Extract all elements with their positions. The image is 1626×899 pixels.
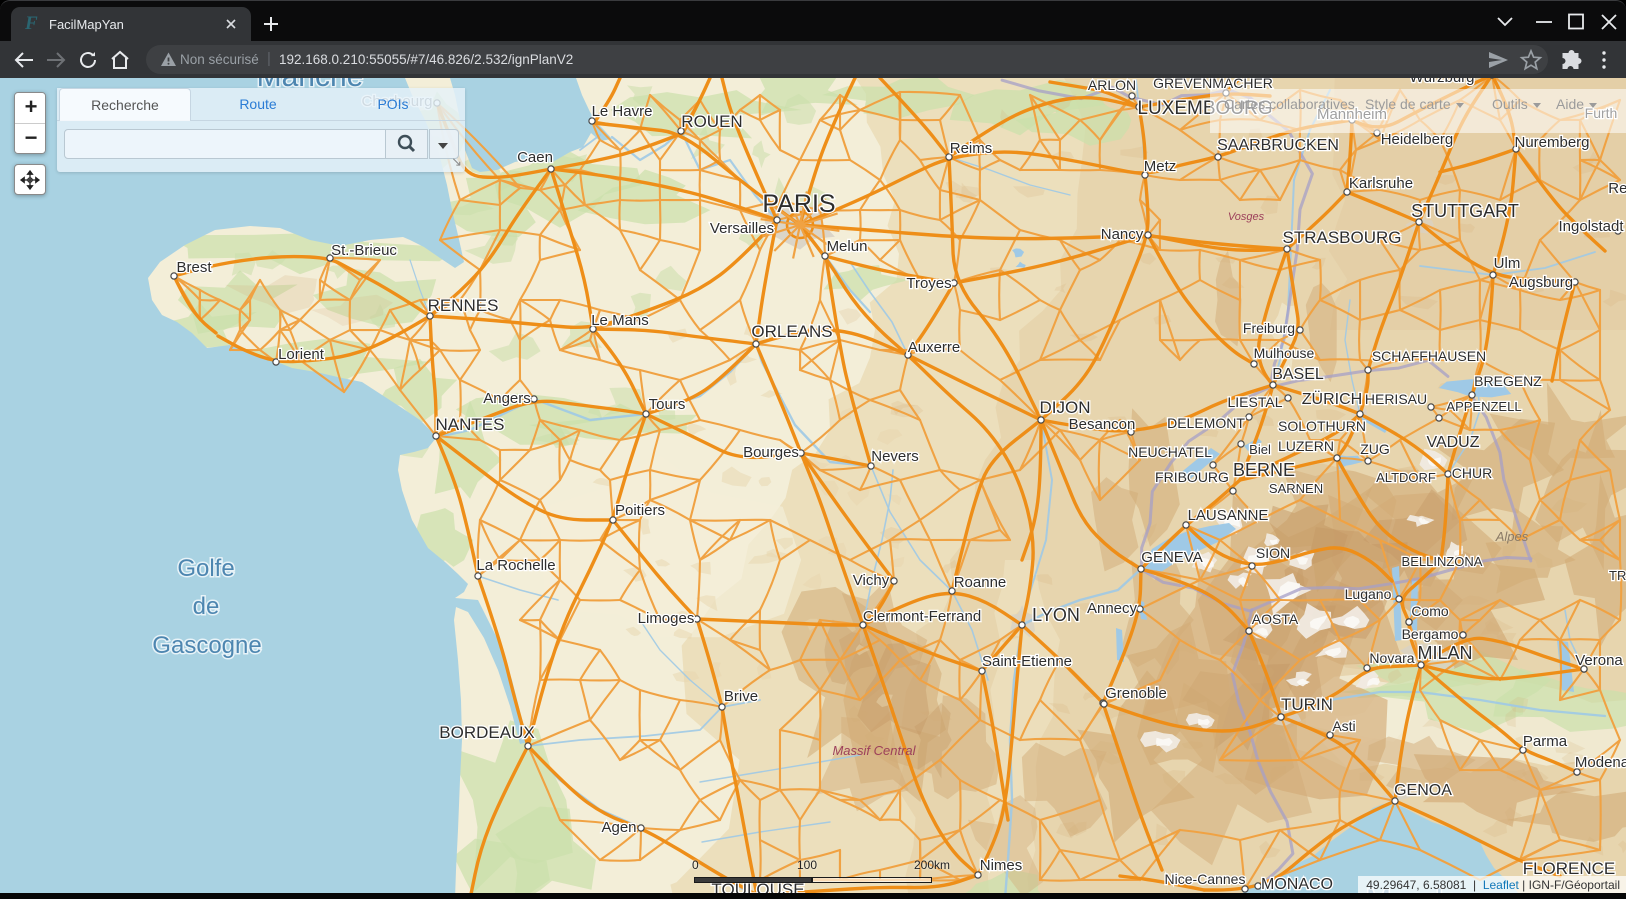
svg-text:Augsburg: Augsburg — [1509, 274, 1573, 291]
svg-text:Vichy: Vichy — [853, 572, 890, 589]
svg-text:Nevers: Nevers — [871, 448, 919, 465]
svg-text:Verona: Verona — [1575, 652, 1623, 669]
svg-text:Le Mans: Le Mans — [591, 312, 649, 329]
svg-text:TURIN: TURIN — [1281, 695, 1333, 714]
svg-text:LUZERN: LUZERN — [1278, 438, 1334, 454]
svg-text:Ingolstadt: Ingolstadt — [1558, 218, 1624, 235]
svg-text:ARLON: ARLON — [1088, 78, 1136, 93]
svg-text:Nice-Cannes: Nice-Cannes — [1165, 871, 1246, 887]
svg-text:GENOA: GENOA — [1394, 782, 1452, 799]
svg-text:Asti: Asti — [1332, 718, 1355, 734]
svg-text:Grenoble: Grenoble — [1105, 685, 1167, 702]
svg-text:Melun: Melun — [827, 238, 868, 255]
svg-text:Saint-Etienne: Saint-Etienne — [982, 653, 1072, 670]
svg-text:Auxerre: Auxerre — [908, 339, 961, 356]
svg-text:de: de — [193, 593, 220, 620]
svg-text:Bergamo: Bergamo — [1402, 626, 1459, 642]
svg-text:Vosges: Vosges — [1228, 211, 1265, 223]
svg-text:Massif Central: Massif Central — [832, 743, 916, 758]
svg-text:Gascogne: Gascogne — [152, 632, 261, 659]
svg-text:Caen: Caen — [517, 149, 553, 166]
svg-text:DIJON: DIJON — [1040, 398, 1091, 417]
svg-text:Ulm: Ulm — [1494, 255, 1521, 272]
svg-text:ZÜRICH: ZÜRICH — [1302, 390, 1362, 408]
svg-text:SAARBRUCKEN: SAARBRUCKEN — [1217, 137, 1339, 154]
svg-text:Versailles: Versailles — [710, 220, 774, 237]
svg-text:SCHAFFHAUSEN: SCHAFFHAUSEN — [1372, 348, 1486, 364]
svg-text:Annecy: Annecy — [1087, 600, 1138, 617]
svg-text:LYON: LYON — [1032, 605, 1080, 625]
svg-text:NEUCHATEL: NEUCHATEL — [1128, 444, 1212, 460]
svg-text:Würzburg: Würzburg — [1409, 78, 1474, 86]
svg-text:Roanne: Roanne — [954, 574, 1007, 591]
svg-text:Troyes: Troyes — [906, 275, 951, 292]
svg-text:Besancon: Besancon — [1069, 416, 1136, 433]
svg-text:Golfe: Golfe — [177, 555, 234, 582]
svg-text:Freiburg: Freiburg — [1243, 320, 1295, 336]
svg-text:BREGENZ: BREGENZ — [1474, 373, 1542, 389]
svg-text:Angers: Angers — [483, 390, 531, 407]
svg-text:Reg: Reg — [1608, 180, 1626, 197]
svg-text:ZUG: ZUG — [1360, 441, 1390, 457]
svg-text:Brest: Brest — [176, 259, 212, 276]
svg-text:Metz: Metz — [1144, 158, 1177, 175]
svg-text:Karlsruhe: Karlsruhe — [1349, 175, 1413, 192]
svg-text:BELLINZONA: BELLINZONA — [1402, 554, 1483, 569]
svg-text:PARIS: PARIS — [762, 190, 835, 218]
svg-text:TRE: TRE — [1609, 568, 1626, 583]
svg-text:Parma: Parma — [1523, 733, 1568, 750]
svg-text:Nuremberg: Nuremberg — [1514, 134, 1589, 151]
svg-text:Agen: Agen — [601, 819, 636, 836]
svg-text:SOLOTHURN: SOLOTHURN — [1278, 418, 1366, 434]
svg-text:Mulhouse: Mulhouse — [1254, 345, 1315, 361]
svg-text:BASEL: BASEL — [1272, 366, 1324, 383]
svg-text:Modena: Modena — [1575, 754, 1626, 771]
svg-text:RENNES: RENNES — [428, 296, 499, 315]
svg-text:Brive: Brive — [724, 688, 758, 705]
svg-text:AOSTA: AOSTA — [1252, 611, 1299, 627]
svg-text:BERNE: BERNE — [1233, 460, 1295, 480]
svg-text:HERISAU: HERISAU — [1365, 391, 1427, 407]
svg-text:APPENZELL: APPENZELL — [1446, 399, 1521, 414]
svg-text:LIESTAL: LIESTAL — [1228, 394, 1283, 410]
svg-text:ALTDORF: ALTDORF — [1376, 470, 1436, 485]
svg-text:GENEVA: GENEVA — [1141, 549, 1202, 566]
svg-text:Alpes: Alpes — [1495, 529, 1529, 544]
svg-text:Poitiers: Poitiers — [615, 502, 665, 519]
svg-text:Nancy: Nancy — [1101, 226, 1144, 243]
svg-text:La Rochelle: La Rochelle — [476, 557, 555, 574]
svg-text:Le Havre: Le Havre — [592, 103, 653, 120]
svg-text:Como: Como — [1411, 603, 1449, 619]
svg-text:Tours: Tours — [649, 396, 686, 413]
svg-text:Heidelberg: Heidelberg — [1381, 131, 1454, 148]
svg-text:FRIBOURG: FRIBOURG — [1155, 469, 1229, 485]
svg-text:SION: SION — [1256, 545, 1290, 561]
svg-text:Biel: Biel — [1249, 442, 1271, 457]
svg-text:ROUEN: ROUEN — [681, 112, 742, 131]
svg-text:SARNEN: SARNEN — [1269, 481, 1323, 496]
svg-text:Lugano: Lugano — [1345, 586, 1392, 602]
svg-text:Lorient: Lorient — [278, 346, 325, 363]
svg-text:Clermont-Ferrand: Clermont-Ferrand — [863, 608, 981, 625]
svg-text:Limoges: Limoges — [638, 610, 695, 627]
svg-text:MONACO: MONACO — [1261, 876, 1333, 893]
svg-text:Novara: Novara — [1369, 650, 1414, 666]
svg-text:ORLEANS: ORLEANS — [751, 322, 832, 341]
svg-text:LAUSANNE: LAUSANNE — [1188, 507, 1269, 524]
svg-text:Reims: Reims — [950, 140, 993, 157]
svg-text:STUTTGART: STUTTGART — [1411, 201, 1519, 221]
svg-text:Bourges: Bourges — [743, 444, 799, 461]
svg-text:BORDEAUX: BORDEAUX — [439, 723, 534, 742]
svg-text:St.-Brieuc: St.-Brieuc — [331, 242, 397, 259]
svg-text:MILAN: MILAN — [1417, 643, 1472, 663]
svg-text:DELEMONT: DELEMONT — [1167, 415, 1245, 431]
svg-text:Nimes: Nimes — [980, 857, 1023, 874]
svg-text:CHUR: CHUR — [1452, 465, 1492, 481]
svg-text:STRASBOURG: STRASBOURG — [1282, 228, 1401, 247]
svg-text:VADUZ: VADUZ — [1426, 434, 1479, 451]
svg-text:NANTES: NANTES — [436, 415, 505, 434]
